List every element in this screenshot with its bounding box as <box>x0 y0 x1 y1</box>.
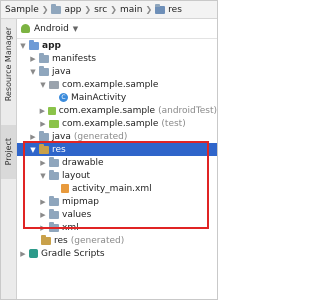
collapsed-arrow-icon[interactable]: ▶ <box>39 159 47 167</box>
breadcrumb-item-sample[interactable]: Sample <box>5 5 39 15</box>
tree-item-label: activity_main.xml <box>72 183 152 194</box>
tree-item-label: drawable <box>62 157 104 168</box>
folder-icon <box>49 156 59 167</box>
breadcrumb-item-src[interactable]: src <box>94 5 107 15</box>
breadcrumb-label: res <box>168 4 182 15</box>
tree-item-label: manifests <box>52 53 97 64</box>
breadcrumb-label: Sample <box>5 4 39 15</box>
breadcrumb-item-main[interactable]: main <box>120 5 143 15</box>
folder-icon <box>39 130 49 141</box>
expanded-arrow-icon[interactable]: ▼ <box>29 146 37 154</box>
gradle-icon <box>29 249 38 258</box>
collapsed-arrow-icon[interactable]: ▶ <box>29 133 37 141</box>
tree-item-activity-main-xml[interactable]: activity_main.xml <box>17 182 217 195</box>
tree-item-layout[interactable]: ▼ layout <box>17 169 217 182</box>
view-selector-dropdown[interactable]: Android <box>34 24 69 34</box>
xml-file-icon <box>61 184 69 193</box>
collapsed-arrow-icon[interactable]: ▶ <box>39 107 46 115</box>
folder-icon <box>39 52 49 63</box>
tree-item-suffix: (generated) <box>70 235 125 246</box>
tree-item-app[interactable]: ▼ app <box>17 39 217 52</box>
tree-item-mainactivity[interactable]: C MainActivity <box>17 91 217 104</box>
tree-item-label: com.example.sample <box>58 105 156 116</box>
tree-item-label: com.example.sample <box>62 79 159 90</box>
breadcrumb-item-app[interactable]: app <box>51 3 82 15</box>
tab-project-label: Project <box>4 138 13 166</box>
test-package-icon <box>49 119 59 128</box>
tree-item-label: values <box>62 209 92 220</box>
tree-item-gradle-scripts[interactable]: ▶ Gradle Scripts <box>17 247 217 260</box>
collapsed-arrow-icon[interactable]: ▶ <box>19 250 27 258</box>
tree-item-mipmap[interactable]: ▶ mipmap <box>17 195 217 208</box>
left-tool-strip: Resource Manager Project <box>1 19 17 299</box>
tree-item-label: com.example.sample <box>62 118 159 129</box>
tab-project[interactable]: Project <box>1 125 16 179</box>
chevron-right-icon: ❯ <box>110 5 117 14</box>
tree-item-suffix: (androidTest) <box>158 105 217 116</box>
tree-item-res[interactable]: ▼ res <box>17 143 217 156</box>
tree-item-java[interactable]: ▼ java <box>17 65 217 78</box>
tree-item-label: mipmap <box>62 196 99 207</box>
tree-item-label: app <box>42 40 61 51</box>
tab-resource-manager-label: Resource Manager <box>4 26 13 102</box>
collapsed-arrow-icon[interactable]: ▶ <box>39 198 47 206</box>
tree-item-res-generated[interactable]: res (generated) <box>17 234 217 247</box>
folder-icon <box>39 65 49 76</box>
project-tool-window: Sample ❯ app ❯ src ❯ main ❯ res Resource… <box>0 0 218 300</box>
collapsed-arrow-icon[interactable]: ▶ <box>39 224 47 232</box>
tree-item-label: java <box>52 66 71 77</box>
folder-icon <box>49 169 59 180</box>
chevron-right-icon: ❯ <box>84 5 92 14</box>
chevron-down-icon[interactable]: ▼ <box>73 25 78 33</box>
expanded-arrow-icon[interactable]: ▼ <box>39 81 47 89</box>
android-icon <box>21 24 30 33</box>
test-package-icon <box>47 106 56 115</box>
class-icon: C <box>59 93 68 102</box>
tree-item-label: java <box>52 131 71 142</box>
res-folder-icon <box>41 234 51 245</box>
tree-item-label: Gradle Scripts <box>41 248 105 259</box>
chevron-right-icon: ❯ <box>145 5 153 14</box>
tree-item-label: MainActivity <box>71 92 127 103</box>
tab-resource-manager[interactable]: Resource Manager <box>1 25 16 103</box>
collapsed-arrow-icon[interactable]: ▶ <box>39 120 47 128</box>
tree-item-suffix: (generated) <box>73 131 128 142</box>
tree-item-label: res <box>54 235 68 246</box>
expanded-arrow-icon[interactable]: ▼ <box>29 68 37 76</box>
folder-icon <box>49 208 59 219</box>
folder-icon <box>51 3 62 14</box>
tree-item-java-generated[interactable]: ▶ java (generated) <box>17 130 217 143</box>
breadcrumb: Sample ❯ app ❯ src ❯ main ❯ res <box>1 1 217 19</box>
tree-item-suffix: (test) <box>161 118 186 129</box>
collapsed-arrow-icon[interactable]: ▶ <box>39 211 47 219</box>
chevron-right-icon: ❯ <box>41 5 49 14</box>
breadcrumb-label: app <box>64 4 82 15</box>
breadcrumb-label: src <box>94 4 108 15</box>
tree-item-manifests[interactable]: ▶ manifests <box>17 52 217 65</box>
project-tree: ▼ app ▶ manifests ▼ java ▼ com.example.s… <box>17 39 217 299</box>
res-folder-icon <box>155 3 166 14</box>
tree-item-label: res <box>52 144 66 155</box>
tree-item-label: layout <box>62 170 91 181</box>
tree-item-label: xml <box>62 222 79 233</box>
tree-item-values[interactable]: ▶ values <box>17 208 217 221</box>
folder-icon <box>49 221 59 232</box>
tree-item-package-main[interactable]: ▼ com.example.sample <box>17 78 217 91</box>
expanded-arrow-icon[interactable]: ▼ <box>19 42 27 50</box>
expanded-arrow-icon[interactable]: ▼ <box>39 172 47 180</box>
collapsed-arrow-icon[interactable]: ▶ <box>29 55 37 63</box>
tree-item-package-androidtest[interactable]: ▶ com.example.sample (androidTest) <box>17 104 217 117</box>
tree-item-package-test[interactable]: ▶ com.example.sample (test) <box>17 117 217 130</box>
folder-icon <box>49 195 59 206</box>
breadcrumb-item-res[interactable]: res <box>155 3 182 15</box>
tree-item-drawable[interactable]: ▶ drawable <box>17 156 217 169</box>
res-folder-icon <box>39 143 49 154</box>
module-folder-icon <box>29 39 39 50</box>
project-toolbar: Android ▼ <box>17 19 217 39</box>
tree-item-xml[interactable]: ▶ xml <box>17 221 217 234</box>
breadcrumb-label: main <box>119 4 143 15</box>
package-icon <box>49 80 59 89</box>
